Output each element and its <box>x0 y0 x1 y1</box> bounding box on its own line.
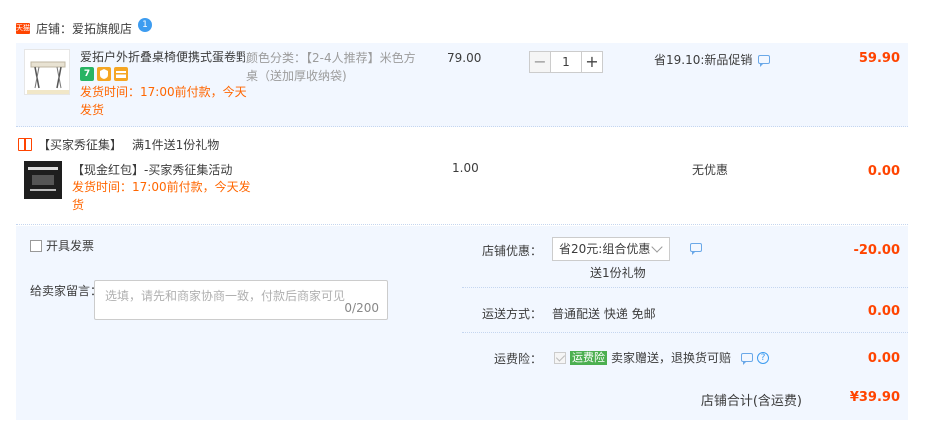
shop-total-amount: ¥39.90 <box>849 390 900 405</box>
invoice-label: 开具发票 <box>46 239 95 253</box>
shop-discount-selected: 省20元:组合优惠 <box>559 242 651 256</box>
message-label: 给卖家留言： <box>30 284 103 298</box>
order-item-row: 爱拓户外折叠桌椅便携式蛋卷野... 7 发货时间：17:00前付款，今天发货 颜… <box>16 43 908 127</box>
chevron-down-icon <box>651 241 663 253</box>
comment-icon[interactable] <box>758 55 771 67</box>
insurance-fee: 0.00 <box>867 351 900 366</box>
gift-promotion: 无优惠 <box>692 163 729 177</box>
promotion-text: 省19.10:新品促销 <box>654 53 753 67</box>
shop-total-bar: 店铺合计(含运费) ¥39.90 <box>16 378 908 420</box>
insurance-tag: 运费险 <box>570 350 607 365</box>
gift-subtotal: 0.00 <box>867 164 900 179</box>
quantity-input[interactable]: 1 <box>551 51 581 73</box>
tmall-logo-icon: 天猫 <box>16 22 30 34</box>
shipping-fee: 0.00 <box>867 304 900 319</box>
seller-message-textarea[interactable]: 选填，请先和商家协商一致，付款后商家可见 0/200 <box>94 280 388 320</box>
product-title-link[interactable]: 爱拓户外折叠桌椅便携式蛋卷野... <box>80 49 245 66</box>
comment-icon[interactable] <box>741 353 754 365</box>
invoice-checkbox[interactable] <box>30 239 42 252</box>
shop-total-label: 店铺合计(含运费) <box>700 394 802 409</box>
quantity-stepper: − 1 + <box>529 51 603 73</box>
service-badges: 7 <box>80 67 128 81</box>
gift-item-row: 【现金红包】-买家秀征集活动 发货时间：17:00前付款，今天发货 1.00 无… <box>16 153 908 225</box>
shop-discount-label: 店铺优惠： <box>481 244 542 258</box>
shop-label: 店铺： <box>36 21 73 36</box>
insurance-desc: 卖家赠送，退换货可赔 <box>611 351 732 365</box>
chat-seller-icon[interactable]: 1 <box>138 18 153 32</box>
unit-price: 79.00 <box>447 51 482 65</box>
comment-icon[interactable] <box>690 243 702 255</box>
product-thumbnail[interactable] <box>24 49 70 95</box>
card-payment-icon <box>114 67 128 81</box>
gift-unit-price: 1.00 <box>452 161 479 175</box>
quantity-decrease-button[interactable]: − <box>529 51 551 73</box>
item-subtotal: 59.90 <box>858 51 900 66</box>
gift-note: 送1份礼物 <box>590 266 646 280</box>
shipping-method: 普通配送 快递 免邮 <box>552 307 656 321</box>
gift-thumbnail[interactable] <box>24 161 62 199</box>
invoice-option[interactable]: 开具发票 <box>30 237 94 254</box>
shop-discount-row: 店铺优惠： 省20元:组合优惠 送1份礼物 -20.00 <box>462 226 908 288</box>
gift-icon <box>18 138 32 151</box>
gift-campaign-label: 【买家秀征集】 <box>38 138 123 152</box>
insurance-label: 运费险： <box>493 352 542 366</box>
promotion-info: 省19.10:新品促销 <box>654 51 771 68</box>
order-options-panel: 开具发票 给卖家留言： 选填，请先和商家协商一致，付款后商家可见 0/200 店… <box>16 226 908 378</box>
shop-name-link[interactable]: 爱拓旗舰店 <box>72 20 132 37</box>
insurance-row: 运费险： 运费险 卖家赠送，退换货可赔 ? 0.00 <box>462 333 908 378</box>
shop-header: 天猫 店铺： 爱拓旗舰店 1 <box>16 18 153 38</box>
seven-day-return-icon: 7 <box>80 67 94 81</box>
gift-shipping-note: 发货时间：17:00前付款，今天发货 <box>72 180 251 212</box>
message-placeholder: 选填，请先和商家协商一致，付款后商家可见 <box>105 289 346 303</box>
help-icon[interactable]: ? <box>757 351 770 364</box>
gift-promo-header: 【买家秀征集】 满1件送1份礼物 <box>18 136 219 153</box>
insurance-info: 运费险 卖家赠送，退换货可赔 ? <box>554 349 770 366</box>
insurance-checkbox[interactable] <box>554 351 566 364</box>
shipping-time-note: 发货时间：17:00前付款，今天发货 <box>80 85 247 117</box>
quantity-increase-button[interactable]: + <box>581 51 603 73</box>
sku-info: 颜色分类：【2-4人推荐】米色方桌（送加厚收纳袋) <box>246 51 416 83</box>
gift-title-link[interactable]: 【现金红包】-买家秀征集活动 <box>72 161 232 178</box>
shop-discount-select[interactable]: 省20元:组合优惠 <box>552 237 670 261</box>
shipping-label: 运送方式： <box>481 307 542 321</box>
shop-discount-amount: -20.00 <box>853 243 900 258</box>
gift-rule: 满1件送1份礼物 <box>132 138 220 152</box>
message-char-count: 0/200 <box>344 301 379 315</box>
guarantee-icon <box>97 67 111 81</box>
shipping-row: 运送方式： 普通配送 快递 免邮 0.00 <box>462 288 908 333</box>
order-summary: 店铺优惠： 省20元:组合优惠 送1份礼物 -20.00 运送方式： 普通配送 … <box>462 226 908 378</box>
